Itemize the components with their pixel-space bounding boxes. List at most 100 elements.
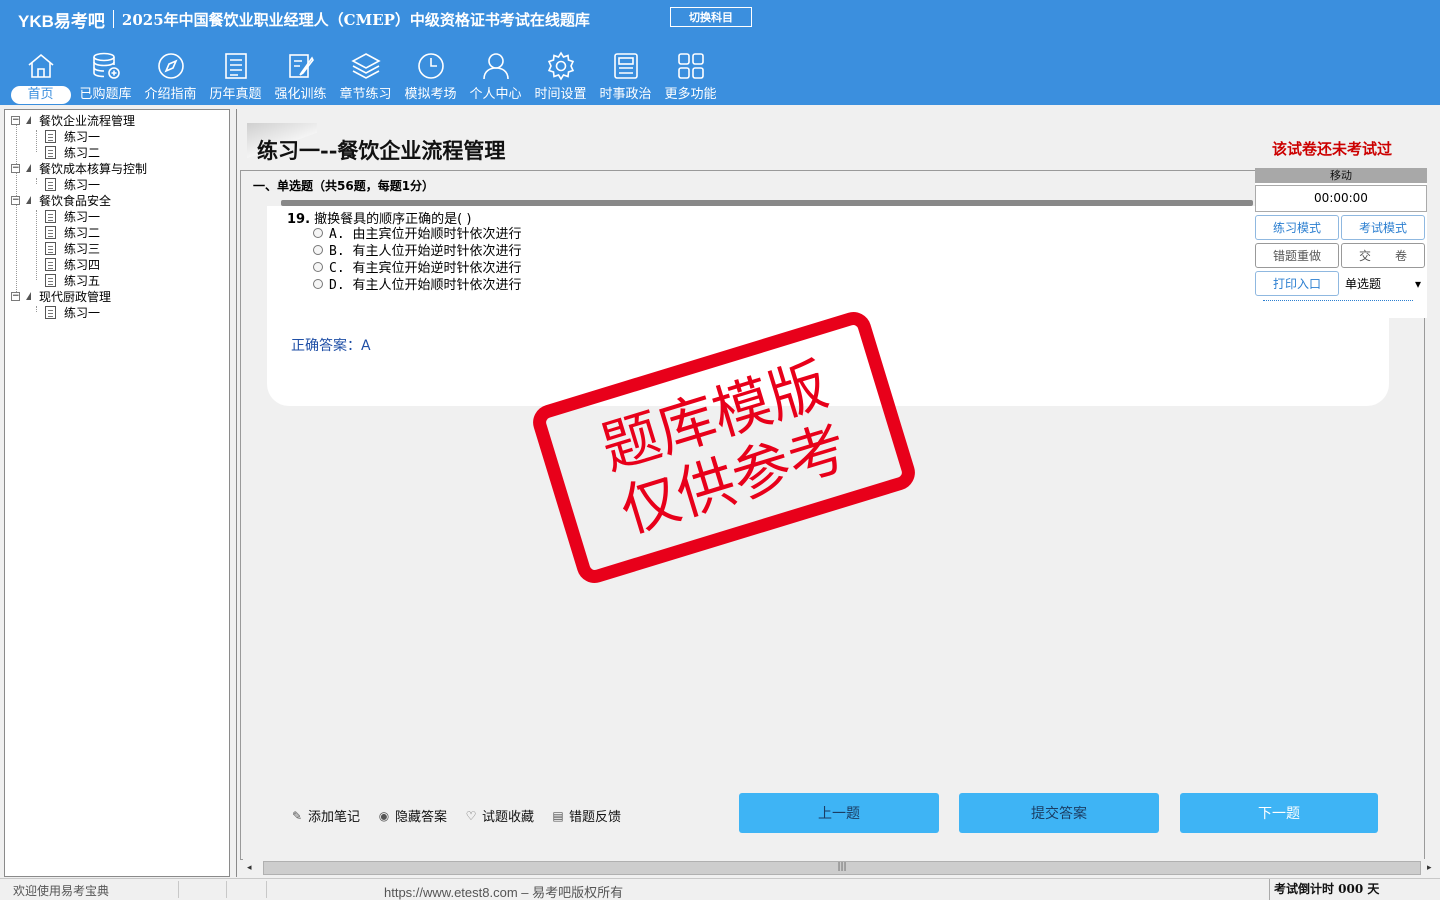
app-title: 2025年中国餐饮业职业经理人（CMEP）中级资格证书考试在线题库 xyxy=(121,10,590,29)
select-value: 单选题 xyxy=(1345,277,1382,291)
tool-label: 隐藏答案 xyxy=(395,810,448,825)
favorite-tool[interactable]: ♡ 试题收藏 xyxy=(465,806,534,826)
nav-home[interactable]: 首页 xyxy=(8,48,73,104)
option-b[interactable]: B. 有主人位开始逆时针依次进行 xyxy=(313,241,521,259)
document-icon xyxy=(45,305,56,319)
tree-item[interactable]: 练习四 xyxy=(45,256,100,272)
tool-label: 添加笔记 xyxy=(308,810,361,825)
scroll-thumb[interactable]: ||| xyxy=(263,861,1421,875)
nav-label: 个人中心 xyxy=(469,87,522,102)
tree-chapter-label: 餐饮食品安全 xyxy=(39,193,112,208)
exam-status-note: 该试卷还未考试过 xyxy=(1272,140,1393,158)
tree-item[interactable]: 练习一 xyxy=(45,304,100,320)
add-note-tool[interactable]: ✎ 添加笔记 xyxy=(291,806,361,826)
scroll-left-icon[interactable]: ◂ xyxy=(247,863,252,873)
collapse-icon[interactable]: − xyxy=(11,291,20,301)
nav-training[interactable]: 强化训练 xyxy=(268,48,333,104)
scroll-right-icon[interactable]: ▸ xyxy=(1427,863,1432,873)
tree-item[interactable]: 练习三 xyxy=(45,240,100,256)
tree-item[interactable]: 练习二 xyxy=(45,144,100,160)
nav-label: 章节练习 xyxy=(339,87,392,102)
hand-in-button[interactable]: 交 卷 xyxy=(1341,243,1425,268)
status-divider xyxy=(178,881,179,898)
list-icon xyxy=(224,53,247,79)
submit-answer-button[interactable]: 提交答案 xyxy=(959,793,1159,833)
header-bar: YKB易考吧 2025年中国餐饮业职业经理人（CMEP）中级资格证书考试在线题库… xyxy=(0,0,1440,105)
control-row: 练习模式 考试模式 xyxy=(1255,215,1427,240)
timer-display: 00:00:00 xyxy=(1255,185,1427,212)
heart-icon: ♡ xyxy=(465,808,477,823)
nav-purchased[interactable]: 已购题库 xyxy=(73,48,138,104)
nav-mock-exam[interactable]: 模拟考场 xyxy=(398,48,463,104)
folder-icon xyxy=(26,164,31,172)
tree-guide xyxy=(36,130,37,152)
answer-label: 正确答案： xyxy=(291,338,361,354)
prev-question-button[interactable]: 上一题 xyxy=(739,793,939,833)
question-type-select[interactable]: 单选题 ▾ xyxy=(1341,271,1425,296)
tree-chapter[interactable]: − 餐饮企业流程管理 xyxy=(11,112,135,128)
radio-icon[interactable] xyxy=(313,261,323,272)
move-handle[interactable]: 移动 xyxy=(1255,168,1427,183)
practice-mode-button[interactable]: 练习模式 xyxy=(1255,215,1339,240)
gear-icon xyxy=(547,51,574,81)
tree-chapter[interactable]: − 现代厨政管理 xyxy=(11,288,111,304)
nav-label: 强化训练 xyxy=(274,87,327,102)
section-heading: 一、单选题（共56题，每题1分） xyxy=(253,179,435,193)
page-title: 练习一--餐饮企业流程管理 xyxy=(257,138,506,163)
nav-current-affairs[interactable]: 时事政治 xyxy=(593,48,658,104)
status-divider xyxy=(226,881,227,898)
collapse-icon[interactable]: − xyxy=(11,115,20,125)
horizontal-scrollbar[interactable]: ◂ ||| ▸ xyxy=(243,859,1433,877)
tree-chapter[interactable]: − 餐饮食品安全 xyxy=(11,192,111,208)
question-number: 19. xyxy=(287,212,311,227)
tree-item-label: 练习一 xyxy=(64,305,101,320)
document-icon xyxy=(45,145,56,159)
option-c[interactable]: C. 有主宾位开始逆时针依次进行 xyxy=(313,258,521,276)
redo-wrong-button[interactable]: 错题重做 xyxy=(1255,243,1339,268)
nav-past-papers[interactable]: 历年真题 xyxy=(203,48,268,104)
document-icon xyxy=(45,225,56,239)
collapse-icon[interactable]: − xyxy=(11,195,20,205)
hide-answer-tool[interactable]: ◉ 隐藏答案 xyxy=(378,806,448,826)
radio-icon[interactable] xyxy=(313,244,323,255)
nav-time-settings[interactable]: 时间设置 xyxy=(528,48,593,104)
nav-profile[interactable]: 个人中心 xyxy=(463,48,528,104)
next-question-button[interactable]: 下一题 xyxy=(1180,793,1378,833)
main-nav: 首页 已购题库 介绍指南 历年真题 强化训练 章节练习 模拟考场 个人中心 时间… xyxy=(8,48,723,104)
nav-chapter-practice[interactable]: 章节练习 xyxy=(333,48,398,104)
question-tools: ✎ 添加笔记 ◉ 隐藏答案 ♡ 试题收藏 ▤ 错题反馈 xyxy=(291,806,639,826)
nav-more[interactable]: 更多功能 xyxy=(658,48,723,104)
radio-icon[interactable] xyxy=(313,227,323,238)
switch-subject-button[interactable]: 切换科目 xyxy=(670,7,752,27)
tree-chapter-label: 餐饮成本核算与控制 xyxy=(39,161,148,176)
control-row: 打印入口 单选题 ▾ xyxy=(1255,271,1427,296)
document-icon xyxy=(45,129,56,143)
tree-item[interactable]: 练习五 xyxy=(45,272,100,288)
collapse-icon[interactable]: − xyxy=(11,163,20,173)
tree-item[interactable]: 练习一 xyxy=(45,128,100,144)
tree-item-label: 练习一 xyxy=(64,129,101,144)
tree-item[interactable]: 练习一 xyxy=(45,208,100,224)
option-a[interactable]: A. 由主宾位开始顺时针依次进行 xyxy=(313,224,521,242)
feedback-tool[interactable]: ▤ 错题反馈 xyxy=(552,806,621,826)
exam-mode-button[interactable]: 考试模式 xyxy=(1341,215,1425,240)
folder-icon xyxy=(26,116,31,124)
status-divider xyxy=(266,881,267,898)
nav-guide[interactable]: 介绍指南 xyxy=(138,48,203,104)
nav-label: 已购题库 xyxy=(79,87,132,102)
clock-icon xyxy=(417,53,444,79)
tree-item-label: 练习三 xyxy=(64,241,101,256)
tree-chapter[interactable]: − 餐饮成本核算与控制 xyxy=(11,160,147,176)
tree-item-label: 练习一 xyxy=(64,177,101,192)
tree-item[interactable]: 练习二 xyxy=(45,224,100,240)
option-d[interactable]: D. 有主人位开始顺时针依次进行 xyxy=(313,275,521,293)
print-button[interactable]: 打印入口 xyxy=(1255,271,1339,296)
tree-guide xyxy=(36,210,37,280)
document-icon xyxy=(45,273,56,287)
radio-icon[interactable] xyxy=(313,278,323,289)
tree-item[interactable]: 练习一 xyxy=(45,176,100,192)
database-icon xyxy=(92,52,120,79)
title-divider xyxy=(112,10,114,28)
tree-chapter-label: 现代厨政管理 xyxy=(39,289,112,304)
dropdown-arrow-icon: ▾ xyxy=(1414,276,1421,291)
